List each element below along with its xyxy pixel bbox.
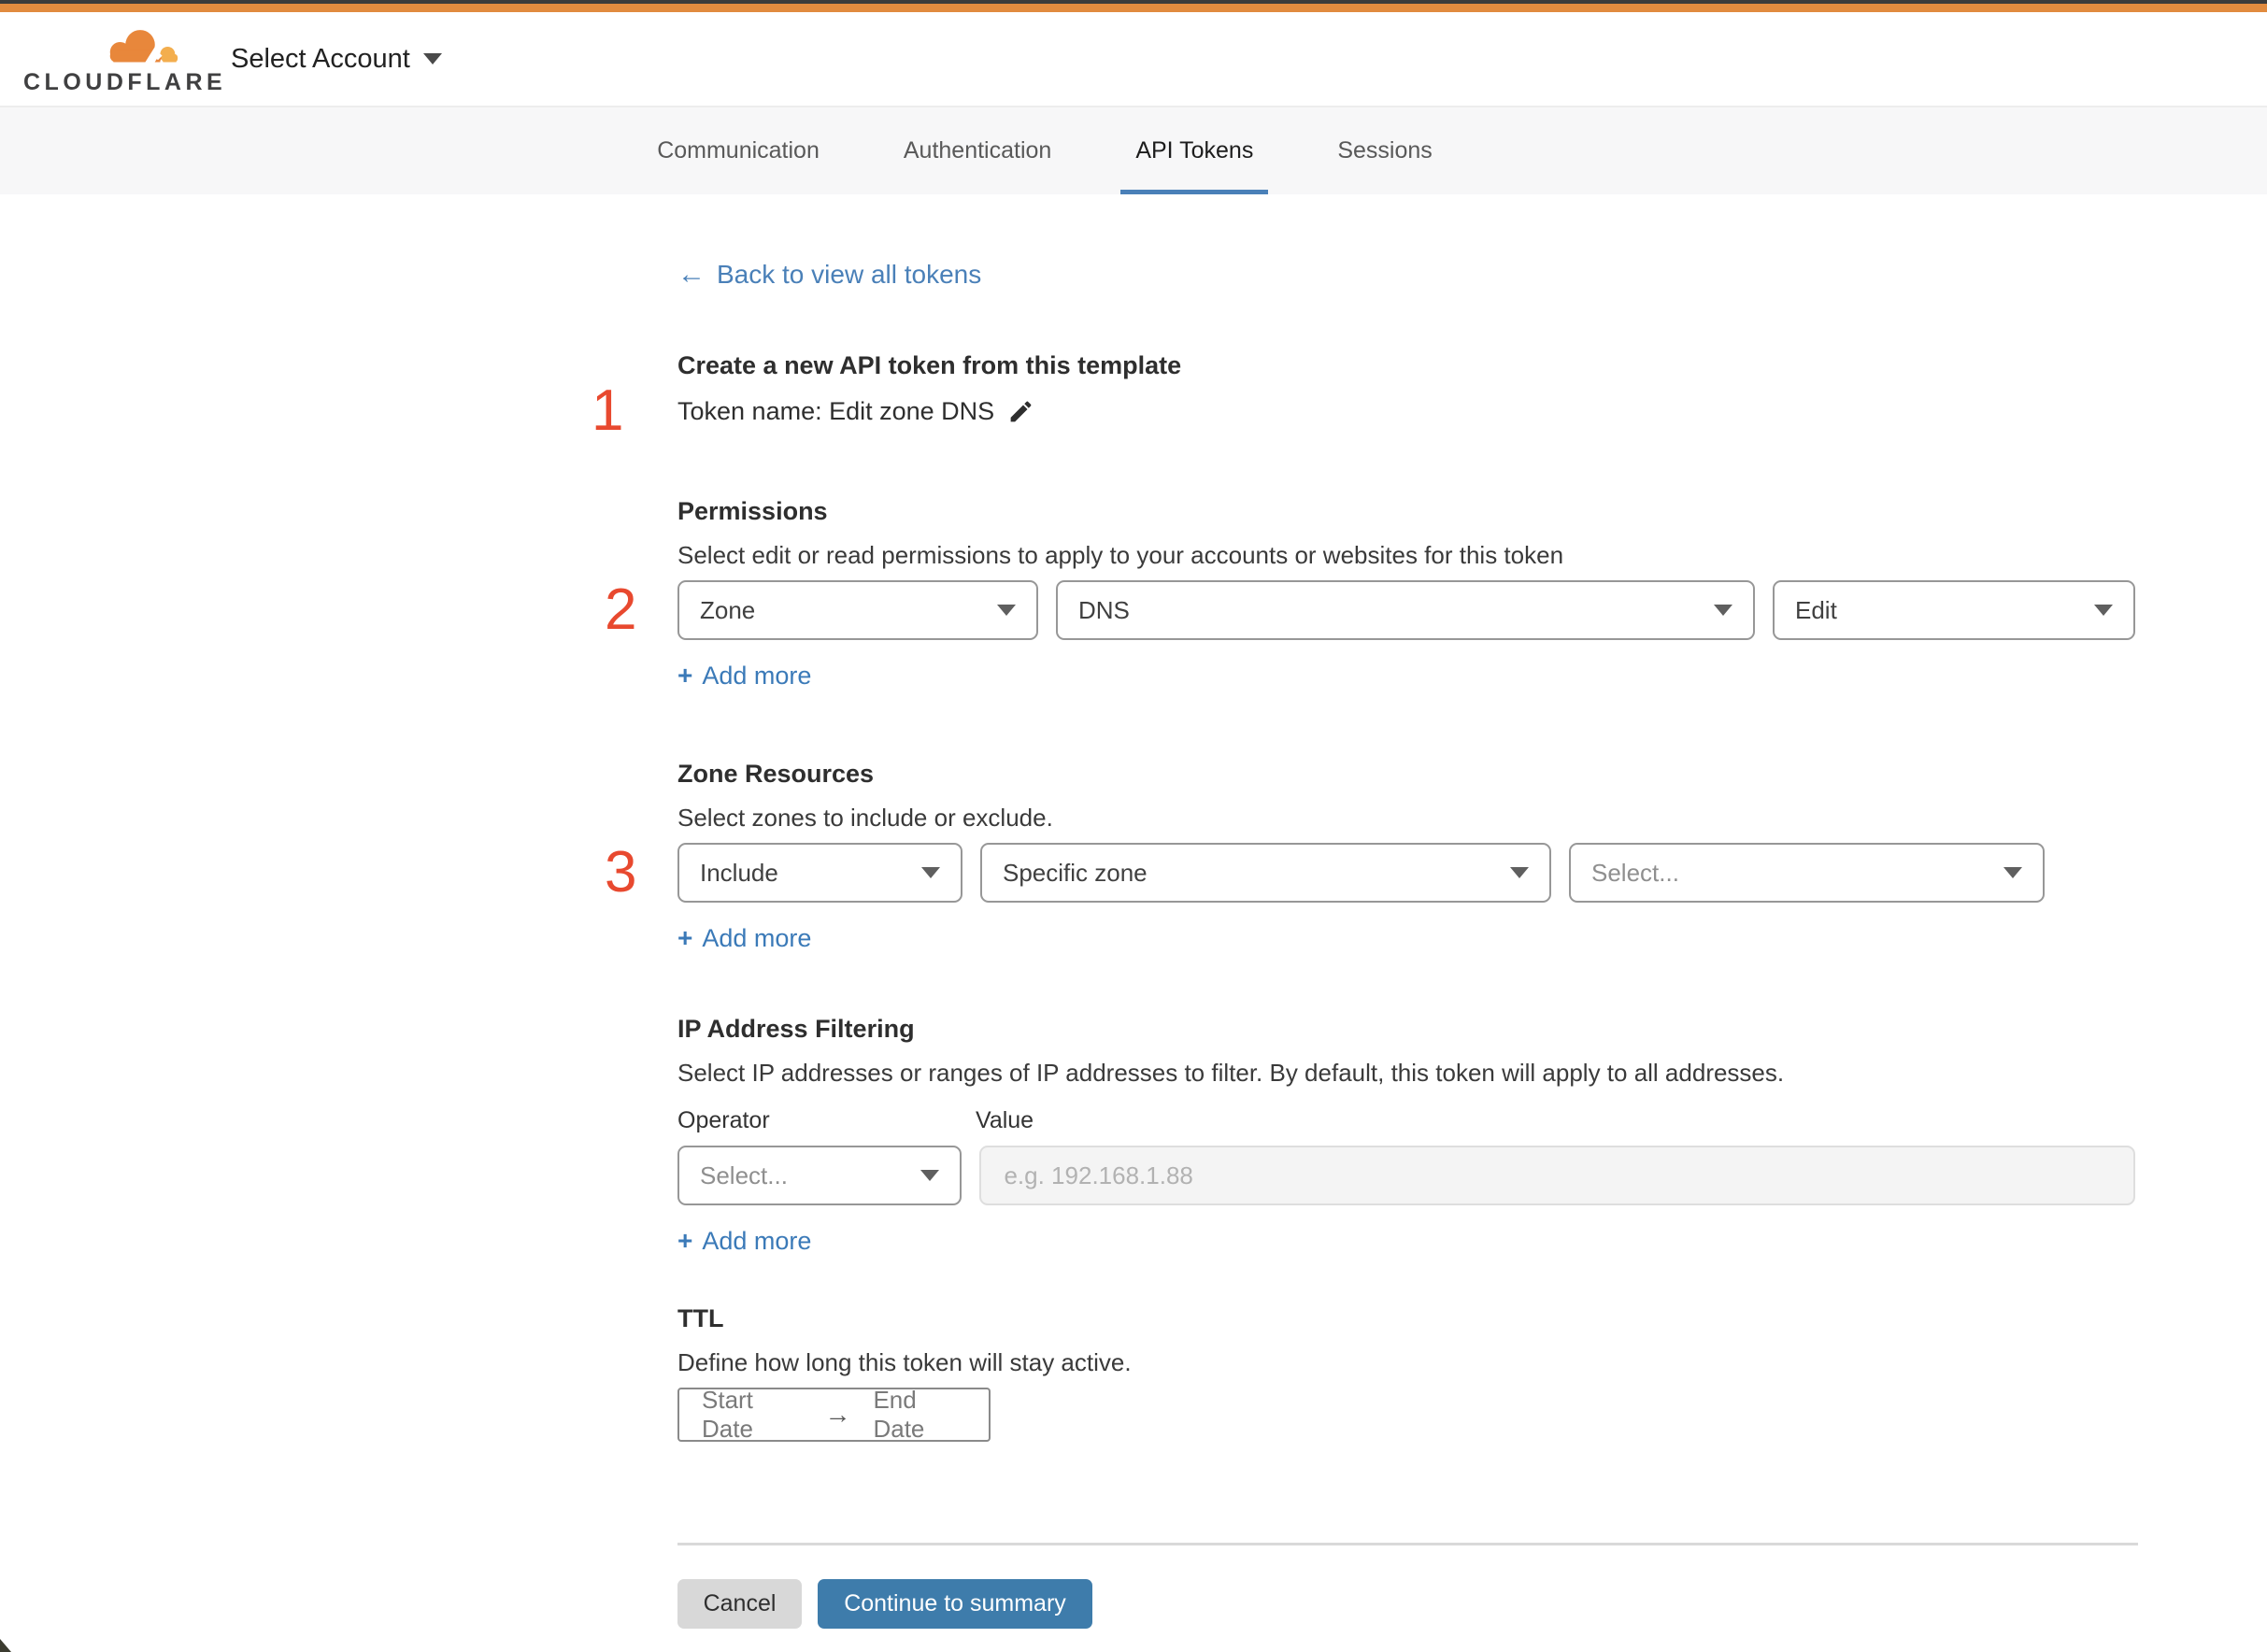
permission-resource-value: DNS <box>1078 595 1130 624</box>
ip-filtering-labels: Operator Value <box>677 1107 2135 1134</box>
tab-sessions[interactable]: Sessions <box>1322 107 1447 194</box>
dropdown-caret-icon <box>1510 867 1529 878</box>
token-name-row: 1 Token name: Edit zone DNS <box>592 382 2135 440</box>
tab-api-tokens[interactable]: API Tokens <box>1120 107 1269 194</box>
value-label: Value <box>976 1107 1034 1133</box>
cancel-button[interactable]: Cancel <box>677 1579 802 1629</box>
app-header: CLOUDFLARE Select Account <box>0 12 2267 107</box>
permission-resource-select[interactable]: DNS <box>1056 580 1755 640</box>
ip-operator-select[interactable]: Select... <box>677 1146 962 1205</box>
step-number-2: 2 <box>605 577 637 642</box>
end-date-placeholder: End Date <box>873 1386 925 1443</box>
dropdown-caret-icon <box>997 605 1016 616</box>
permission-access-select[interactable]: Edit <box>1773 580 2135 640</box>
dropdown-caret-icon <box>921 867 940 878</box>
ip-value-input[interactable] <box>979 1146 2135 1205</box>
zone-picker-select[interactable]: Select... <box>1569 843 2045 903</box>
permission-scope-select[interactable]: Zone <box>677 580 1038 640</box>
ip-filtering-row: Select... <box>677 1146 2135 1205</box>
screen-corner-artifact <box>0 1639 11 1652</box>
permissions-add-more-link[interactable]: + Add more <box>677 661 811 691</box>
dropdown-caret-icon <box>1714 605 1732 616</box>
account-selector[interactable]: Select Account <box>231 44 442 75</box>
back-arrow-icon: ← <box>677 259 706 290</box>
tab-authentication[interactable]: Authentication <box>889 107 1066 194</box>
zone-type-value: Specific zone <box>1003 858 1148 887</box>
add-more-label: Add more <box>702 661 812 690</box>
operator-label: Operator <box>677 1107 770 1133</box>
ip-filtering-section: IP Address Filtering Select IP addresses… <box>677 1013 2135 1256</box>
ttl-heading: TTL <box>677 1304 724 1332</box>
zone-resources-select-row: 3 Include Specific zone Select... <box>605 843 2135 903</box>
zone-type-select[interactable]: Specific zone <box>980 843 1551 903</box>
zone-resources-heading: Zone Resources <box>677 760 875 788</box>
token-name-text: Token name: Edit zone DNS <box>677 397 995 425</box>
add-more-label: Add more <box>702 1226 812 1255</box>
dropdown-caret-icon <box>920 1170 940 1181</box>
plus-icon: + <box>677 923 693 952</box>
chevron-down-icon <box>422 53 442 64</box>
back-link-label: Back to view all tokens <box>717 260 982 289</box>
permission-scope-value: Zone <box>700 595 756 624</box>
form-actions: Cancel Continue to summary <box>677 1579 2135 1638</box>
edit-pencil-icon[interactable] <box>1007 398 1034 425</box>
ttl-description: Define how long this token will stay act… <box>677 1348 1132 1376</box>
ip-filtering-add-more-link[interactable]: + Add more <box>677 1226 811 1256</box>
dropdown-caret-icon <box>2094 605 2113 616</box>
step-number-1: 1 <box>592 378 624 443</box>
step-number-3: 3 <box>605 840 637 904</box>
ttl-date-range-picker[interactable]: Start Date → End Date <box>677 1386 991 1443</box>
cloudflare-cloud-icon <box>109 29 178 69</box>
zone-picker-placeholder: Select... <box>1591 858 1679 887</box>
plus-icon: + <box>677 1226 693 1255</box>
account-selector-label: Select Account <box>231 43 410 74</box>
dropdown-caret-icon <box>2003 867 2022 878</box>
zone-resources-section: Zone Resources Select zones to include o… <box>605 758 2135 953</box>
permissions-description: Select edit or read permissions to apply… <box>677 541 1564 569</box>
plus-icon: + <box>677 661 693 690</box>
back-to-tokens-link[interactable]: ← Back to view all tokens <box>677 260 981 290</box>
add-more-label: Add more <box>702 923 812 952</box>
zone-mode-value: Include <box>700 858 778 887</box>
zone-resources-description: Select zones to include or exclude. <box>677 804 1053 832</box>
permissions-heading: Permissions <box>677 497 828 525</box>
cloudflare-wordmark: CLOUDFLARE <box>23 68 227 95</box>
continue-to-summary-button[interactable]: Continue to summary <box>818 1579 1092 1629</box>
profile-tab-bar: Communication Authentication API Tokens … <box>0 107 2267 194</box>
arrow-right-icon: → <box>824 1400 851 1429</box>
tab-communication[interactable]: Communication <box>642 107 834 194</box>
permissions-select-row: 2 Zone DNS Edit <box>605 580 2135 640</box>
zone-mode-select[interactable]: Include <box>677 843 962 903</box>
ip-filtering-description: Select IP addresses or ranges of IP addr… <box>677 1059 1785 1087</box>
footer-divider <box>677 1543 2138 1545</box>
token-template-form: ← Back to view all tokens Create a new A… <box>592 194 2138 1638</box>
start-date-placeholder: Start Date <box>702 1386 753 1443</box>
ip-operator-placeholder: Select... <box>700 1161 788 1189</box>
permissions-section: Permissions Select edit or read permissi… <box>605 495 2135 691</box>
zone-resources-add-more-link[interactable]: + Add more <box>677 923 811 953</box>
permission-access-value: Edit <box>1795 595 1837 624</box>
ttl-section: TTL Define how long this token will stay… <box>677 1303 2135 1443</box>
ip-filtering-heading: IP Address Filtering <box>677 1015 915 1043</box>
brand-top-bar <box>0 4 2267 12</box>
cloudflare-logo[interactable]: CLOUDFLARE <box>23 24 222 94</box>
page-title: Create a new API token from this templat… <box>677 351 1182 379</box>
